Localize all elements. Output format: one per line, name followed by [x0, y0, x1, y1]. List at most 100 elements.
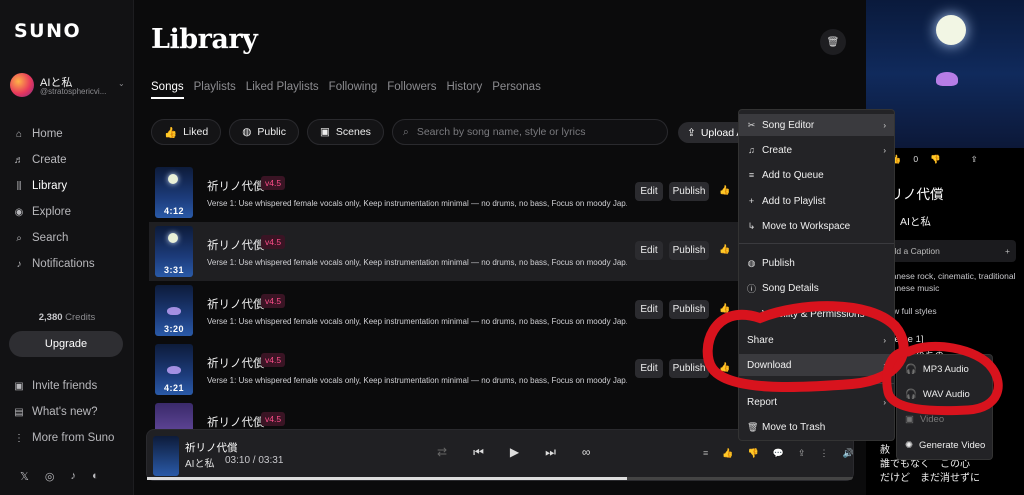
download-mp3-option[interactable]: 🎧 MP3 Audio: [897, 357, 992, 381]
menu-item-move-to-workspace[interactable]: ↳ Move to Workspace: [739, 215, 894, 237]
song-cover[interactable]: 4:21: [155, 344, 193, 395]
volume-icon[interactable]: 🔊: [842, 448, 853, 459]
queue-icon[interactable]: ≡: [703, 448, 708, 459]
menu-item-download[interactable]: Download ›: [739, 354, 894, 376]
tab-liked-playlists[interactable]: Liked Playlists: [246, 81, 319, 99]
player-title[interactable]: 祈リノ代償: [185, 440, 238, 455]
instagram-icon[interactable]: ◎: [45, 470, 55, 483]
edit-button[interactable]: Edit: [635, 182, 663, 201]
user-menu[interactable]: AIと私 @stratosphericvi... ⌄: [10, 73, 130, 103]
publish-button[interactable]: Publish: [669, 241, 709, 260]
publish-button[interactable]: Publish: [669, 182, 709, 201]
song-title[interactable]: 祈リノ代償: [207, 296, 265, 312]
trash-button[interactable]: 🗑: [820, 29, 846, 55]
player-cover[interactable]: [153, 436, 179, 476]
avatar: [10, 73, 34, 97]
moon-art: [936, 15, 966, 45]
comment-icon[interactable]: 💬: [773, 448, 784, 459]
workspace-icon: ↳: [747, 220, 756, 231]
more-icon[interactable]: ⋮: [819, 448, 828, 459]
add-caption-button[interactable]: Add a Caption +: [876, 240, 1016, 262]
version-badge: v4.5: [261, 235, 286, 249]
song-cover[interactable]: 4:12: [155, 167, 193, 218]
thumbs-up-icon[interactable]: 👍: [722, 448, 733, 459]
discord-icon[interactable]: ◐: [92, 470, 99, 483]
generate-video-option[interactable]: ✺ Generate Video: [897, 433, 992, 457]
thumbs-up-icon[interactable]: 👍: [719, 185, 730, 196]
search-input[interactable]: [416, 126, 647, 138]
menu-item-share[interactable]: Share ›: [739, 329, 894, 351]
x-icon[interactable]: 𝕏: [20, 470, 29, 483]
menu-item-visibility[interactable]: ◉ Visibility & Permissions ›: [739, 303, 894, 325]
sidebar-item-notifications[interactable]: ♪ Notifications: [14, 251, 132, 277]
liked-filter-button[interactable]: 👍 Liked: [151, 119, 222, 145]
sidebar-item-more[interactable]: ⋮ More from Suno: [14, 425, 114, 451]
thumbs-down-icon[interactable]: 👎: [747, 448, 758, 459]
sidebar-item-explore[interactable]: ◉ Explore: [14, 199, 132, 225]
library-icon: ⫼: [16, 180, 22, 192]
play-icon[interactable]: ▶: [510, 445, 519, 460]
song-cover[interactable]: 3:20: [155, 285, 193, 336]
song-title[interactable]: 祈リノ代償: [207, 355, 265, 371]
sidebar-item-library[interactable]: ⫼ Library: [14, 173, 132, 199]
download-wav-option[interactable]: 🎧 WAV Audio: [897, 382, 992, 406]
social-links: 𝕏 ◎ ♪ ◐: [20, 470, 99, 483]
public-filter-button[interactable]: ◍ Public: [229, 119, 299, 145]
share-icon[interactable]: ⇪: [971, 154, 978, 165]
song-title[interactable]: 祈リノ代償: [207, 178, 265, 194]
edit-button[interactable]: Edit: [635, 300, 663, 319]
upgrade-button[interactable]: Upgrade: [9, 331, 123, 357]
tab-followers[interactable]: Followers: [387, 81, 436, 99]
tab-history[interactable]: History: [446, 81, 482, 99]
song-description: Verse 1: Use whispered female vocals onl…: [207, 258, 627, 267]
version-badge: v4.5: [261, 353, 286, 367]
bell-icon: ♪: [16, 258, 22, 270]
chevron-right-icon: ›: [883, 335, 886, 345]
sidebar-item-create[interactable]: ♬ Create: [14, 147, 132, 173]
chevron-right-icon: ›: [883, 309, 886, 319]
edit-button[interactable]: Edit: [635, 359, 663, 378]
player-controls: ⇄ ⏮ ▶ ⏭ ∞: [437, 445, 590, 460]
progress-bar[interactable]: [147, 477, 853, 480]
thumbs-down-icon[interactable]: 👎: [930, 154, 941, 165]
player-artist[interactable]: AIと私: [185, 455, 214, 470]
song-title[interactable]: 祈リノ代償: [207, 414, 265, 430]
menu-item-report[interactable]: Report ›: [739, 391, 894, 413]
publish-button[interactable]: Publish: [669, 300, 709, 319]
thumbs-up-icon[interactable]: 👍: [719, 303, 730, 314]
edit-button[interactable]: Edit: [635, 241, 663, 260]
scenes-filter-button[interactable]: ▣ Scenes: [306, 119, 384, 145]
sidebar-item-search[interactable]: ⌕ Search: [14, 225, 132, 251]
thumbs-up-icon[interactable]: 👍: [719, 362, 730, 373]
shuffle-icon[interactable]: ⇄: [437, 445, 447, 460]
tab-following[interactable]: Following: [329, 81, 378, 99]
song-cover[interactable]: 3:31: [155, 226, 193, 277]
publish-button[interactable]: Publish: [669, 359, 709, 378]
menu-item-publish[interactable]: ◍ Publish: [739, 252, 894, 274]
lotus-art: [936, 72, 958, 86]
thumbs-up-icon[interactable]: 👍: [719, 244, 730, 255]
suno-logo[interactable]: SUNO: [14, 20, 81, 42]
menu-item-song-editor[interactable]: ✂ Song Editor ›: [739, 114, 894, 136]
next-icon[interactable]: ⏭: [545, 445, 556, 460]
previous-icon[interactable]: ⏮: [473, 445, 484, 460]
sidebar-item-home[interactable]: ⌂ Home: [14, 121, 132, 147]
search-icon: ⌕: [402, 125, 409, 138]
tab-playlists[interactable]: Playlists: [194, 81, 236, 99]
tab-songs[interactable]: Songs: [151, 81, 184, 99]
tab-personas[interactable]: Personas: [492, 81, 541, 99]
tiktok-icon[interactable]: ♪: [70, 470, 76, 483]
menu-item-move-to-trash[interactable]: 🗑 Move to Trash: [739, 416, 894, 438]
share-icon[interactable]: ⇪: [798, 448, 806, 459]
song-title[interactable]: 祈リノ代償: [207, 237, 265, 253]
sidebar-item-invite[interactable]: ▣ Invite friends: [14, 373, 114, 399]
menu-item-add-to-playlist[interactable]: + Add to Playlist: [739, 190, 894, 212]
menu-item-add-to-queue[interactable]: ≡ Add to Queue: [739, 164, 894, 186]
menu-item-create[interactable]: ♫ Create ›: [739, 139, 894, 161]
search-icon: ⌕: [16, 232, 22, 244]
lotus-art: [167, 366, 181, 374]
menu-item-song-details[interactable]: ⓘ Song Details: [739, 277, 894, 299]
sidebar-item-whats-new[interactable]: ▤ What's new?: [14, 399, 114, 425]
download-video-option[interactable]: ▣ Video: [897, 407, 992, 431]
repeat-icon[interactable]: ∞: [582, 445, 591, 460]
